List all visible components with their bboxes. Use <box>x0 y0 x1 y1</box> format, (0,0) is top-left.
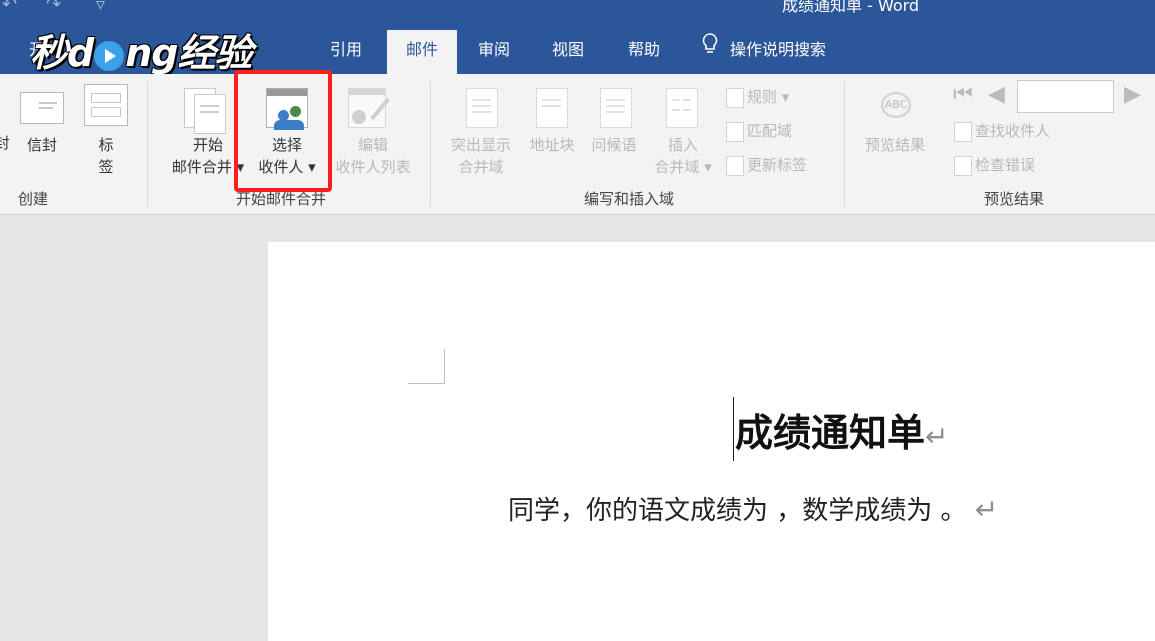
next-record-icon[interactable]: ▶ <box>1124 82 1141 107</box>
edit-recipient-list-button[interactable]: 编辑 收件人列表 <box>328 134 418 178</box>
margin-corner-mark <box>408 349 445 384</box>
text-cursor <box>733 397 734 461</box>
highlight-merge-fields-button[interactable]: 突出显示 合并域 <box>444 134 518 178</box>
greeting-line-button[interactable]: 问候语 <box>586 134 642 156</box>
tell-me-search[interactable]: 操作说明搜索 <box>702 30 862 74</box>
preview-results-icon: ABC <box>874 92 918 122</box>
previous-record-icon[interactable]: ◀ <box>988 82 1005 107</box>
undo-icon[interactable]: ↶ <box>2 0 17 15</box>
group-separator <box>147 82 148 206</box>
play-icon <box>94 40 125 71</box>
document-heading[interactable]: 成绩通知单↵ <box>735 402 948 457</box>
address-block-button[interactable]: 地址块 <box>524 134 580 156</box>
envelopes-button[interactable]: 信封 <box>18 134 66 156</box>
find-recipient-button[interactable]: 查找收件人 <box>954 120 1050 142</box>
record-number-input[interactable] <box>1017 80 1114 113</box>
ribbon: 封 信封 标签 创建 开始 邮件合并 ▾ 选择 收件人 ▾ 编辑 收件人列表 开始邮件… <box>0 74 1155 215</box>
labels-icon <box>84 84 128 126</box>
envelopes-button-partial[interactable]: 封 <box>0 132 12 154</box>
document-paragraph[interactable]: 同学，你的语文成绩为 ，数学成绩为 。 ↵ <box>508 490 998 527</box>
redo-icon[interactable]: ↷ <box>46 0 61 15</box>
highlight-box <box>234 70 332 192</box>
rules-icon <box>726 87 744 108</box>
paragraph-mark-icon: ↵ <box>925 420 949 453</box>
tab-view[interactable]: 视图 <box>540 30 596 74</box>
group-separator <box>844 82 845 206</box>
envelope-icon <box>20 92 64 124</box>
match-fields-icon <box>726 121 744 142</box>
labels-button[interactable]: 标签 <box>88 134 124 178</box>
tab-references[interactable]: 引用 <box>318 30 374 74</box>
insert-merge-field-icon <box>666 88 698 128</box>
group-label-create: 创建 <box>18 190 49 208</box>
update-labels-icon <box>726 155 744 176</box>
customize-quick-access-icon[interactable]: ▿ <box>96 0 105 15</box>
check-errors-icon <box>954 155 972 176</box>
group-label-preview-results: 预览结果 <box>984 190 1045 208</box>
paragraph-mark-icon: ↵ <box>974 493 999 526</box>
find-recipient-icon <box>954 121 972 142</box>
first-record-icon[interactable]: ⏮ <box>953 82 973 107</box>
watermark-logo: 秒d ng经验 <box>30 31 252 75</box>
document-page[interactable] <box>268 242 1155 641</box>
tab-review[interactable]: 审阅 <box>466 30 522 74</box>
window-title: 成绩通知单 - Word <box>782 0 920 15</box>
match-fields-button[interactable]: 匹配域 <box>726 120 792 142</box>
group-separator <box>430 82 431 206</box>
edit-recipient-list-icon <box>348 88 394 132</box>
greeting-line-icon <box>600 88 632 128</box>
tab-mailings[interactable]: 邮件 <box>387 30 457 74</box>
update-labels-button[interactable]: 更新标签 <box>726 154 807 176</box>
start-mail-merge-icon <box>184 88 226 134</box>
check-errors-button[interactable]: 检查错误 <box>954 154 1035 176</box>
address-block-icon <box>536 88 568 128</box>
preview-results-button[interactable]: 预览结果 <box>856 134 934 156</box>
tab-help[interactable]: 帮助 <box>616 30 672 74</box>
rules-button[interactable]: 规则 ▾ <box>726 86 789 108</box>
highlight-merge-fields-icon <box>466 88 498 128</box>
lightbulb-icon <box>702 30 718 70</box>
insert-merge-field-button[interactable]: 插入 合并域 ▾ <box>646 134 720 178</box>
group-label-write-insert: 编写和插入域 <box>584 190 675 208</box>
